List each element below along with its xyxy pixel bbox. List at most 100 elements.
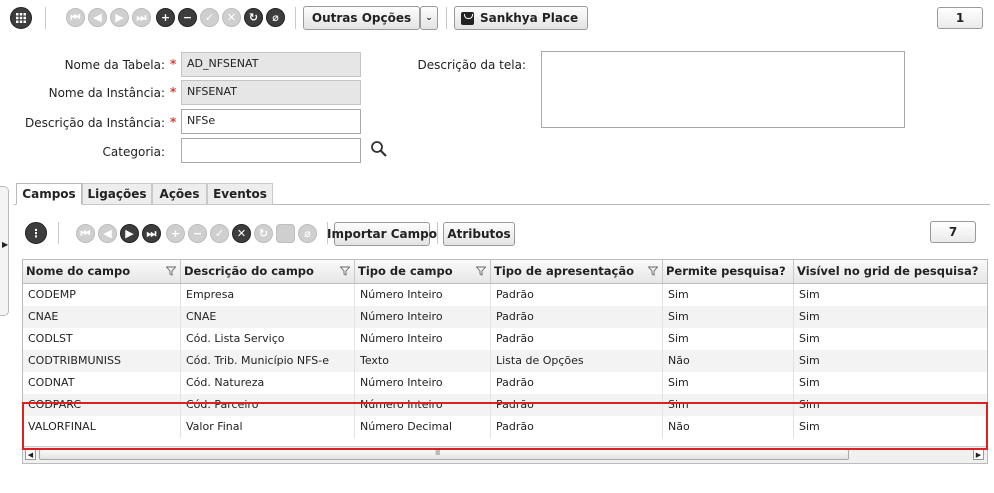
table-cell: Número Decimal bbox=[355, 416, 491, 438]
descricao-instancia-field[interactable]: NFSe bbox=[181, 109, 361, 134]
table-row[interactable]: VALORFINAL Valor Final Número Decimal Padrã… bbox=[23, 416, 987, 438]
refresh-icon[interactable]: ↻ bbox=[244, 8, 263, 27]
grid-record-counter-value: 7 bbox=[948, 225, 958, 239]
outras-opcoes-label: Outras Opções bbox=[311, 11, 412, 25]
importar-campo-button[interactable]: Importar Campo bbox=[327, 222, 437, 246]
grid-record-counter: 7 bbox=[930, 221, 976, 243]
table-cell: Número Inteiro bbox=[355, 394, 491, 416]
table-cell: Número Inteiro bbox=[355, 372, 491, 394]
grid-copy-icon[interactable] bbox=[276, 224, 295, 243]
filter-icon[interactable] bbox=[166, 266, 176, 276]
grid-add-icon[interactable]: + bbox=[166, 224, 185, 243]
outras-opcoes-dropdown[interactable]: ⌄ bbox=[420, 6, 438, 30]
nome-instancia-field[interactable]: NFSENAT bbox=[181, 80, 361, 105]
table-cell: Cód. Lista Serviço bbox=[181, 328, 355, 350]
table-cell: Número Inteiro bbox=[355, 284, 491, 306]
grid-confirm-icon[interactable]: ✓ bbox=[210, 224, 229, 243]
table-cell: Empresa bbox=[181, 284, 355, 306]
table-cell: CODLST bbox=[23, 328, 181, 350]
chevron-down-icon: ⌄ bbox=[425, 13, 433, 23]
cancel-icon[interactable]: ✕ bbox=[222, 8, 241, 27]
tab-campos[interactable]: Campos bbox=[16, 183, 82, 205]
grid-cancel-icon[interactable]: ✕ bbox=[232, 224, 251, 243]
next-record-icon[interactable]: ▶ bbox=[110, 8, 129, 27]
table-cell: CODNAT bbox=[23, 372, 181, 394]
column-header-tipo-apresentacao[interactable]: Tipo de apresentação bbox=[491, 260, 663, 283]
table-row[interactable]: CODNAT Cód. Natureza Número Inteiro Padrão S… bbox=[23, 372, 987, 394]
nome-tabela-field[interactable]: AD_NFSENAT bbox=[181, 52, 361, 77]
horizontal-scrollbar[interactable]: ◀ IIII ▶ bbox=[23, 446, 987, 463]
table-cell: Número Inteiro bbox=[355, 306, 491, 328]
table-cell: Padrão bbox=[491, 284, 663, 306]
previous-record-icon[interactable]: ◀ bbox=[88, 8, 107, 27]
table-cell: Padrão bbox=[491, 328, 663, 350]
importar-campo-label: Importar Campo bbox=[327, 227, 437, 241]
descricao-tela-field[interactable] bbox=[541, 51, 905, 128]
remove-icon[interactable]: − bbox=[178, 8, 197, 27]
table-row[interactable]: CODTRIBMUNISS Cód. Trib. Município NFS-e T… bbox=[23, 350, 987, 372]
sankhya-place-button[interactable]: Sankhya Place bbox=[454, 6, 588, 30]
side-panel-handle[interactable] bbox=[0, 186, 9, 316]
atributos-label: Atributos bbox=[447, 227, 511, 241]
column-header-label: Permite pesquisa? bbox=[666, 264, 786, 278]
add-icon[interactable]: + bbox=[156, 8, 175, 27]
descricao-instancia-label: Descrição da Instância: bbox=[24, 116, 165, 130]
grid-previous-icon[interactable]: ◀ bbox=[98, 224, 117, 243]
scrollbar-thumb[interactable]: IIII bbox=[39, 449, 849, 460]
table-cell: CODEMP bbox=[23, 284, 181, 306]
table-cell: Sim bbox=[663, 328, 794, 350]
table-row[interactable]: CODLST Cód. Lista Serviço Número Inteiro Pa… bbox=[23, 328, 987, 350]
fields-grid: Nome do campo Descrição do campo Tipo de… bbox=[22, 259, 988, 464]
scroll-right-icon[interactable]: ▶ bbox=[973, 449, 984, 460]
grid-refresh-icon[interactable]: ↻ bbox=[254, 224, 273, 243]
grid-remove-icon[interactable]: − bbox=[188, 224, 207, 243]
grid-options-icon[interactable]: ⋮ bbox=[25, 222, 47, 244]
table-cell: CODPARC bbox=[23, 394, 181, 416]
grid-attachment-icon[interactable]: ⌀ bbox=[298, 224, 317, 243]
tab-acoes-label: Ações bbox=[159, 187, 200, 201]
table-cell: Sim bbox=[799, 332, 820, 345]
grid-next-icon[interactable]: ▶ bbox=[120, 224, 139, 243]
column-header-permite-pesquisa[interactable]: Permite pesquisa? bbox=[663, 260, 794, 283]
table-cell: CNAE bbox=[23, 306, 181, 328]
required-mark: * bbox=[170, 115, 177, 129]
tab-acoes[interactable]: Ações bbox=[152, 183, 207, 205]
table-cell: Padrão bbox=[491, 306, 663, 328]
table-cell: VALORFINAL bbox=[23, 416, 181, 438]
categoria-field[interactable] bbox=[181, 138, 361, 163]
column-header-visivel-grid[interactable]: Visível no grid de pesquisa? bbox=[794, 260, 987, 283]
table-cell: Não bbox=[663, 350, 794, 372]
column-header-descricao[interactable]: Descrição do campo bbox=[181, 260, 355, 283]
grid-menu-icon[interactable] bbox=[10, 7, 32, 29]
filter-icon[interactable] bbox=[476, 266, 486, 276]
filter-icon[interactable] bbox=[648, 266, 658, 276]
last-record-icon[interactable]: ⏭ bbox=[132, 8, 151, 27]
grid-first-icon[interactable]: ⏮ bbox=[76, 224, 95, 243]
table-cell: Sim bbox=[799, 354, 820, 367]
column-header-tipo-campo[interactable]: Tipo de campo bbox=[355, 260, 491, 283]
table-row[interactable]: CNAE CNAE Número Inteiro Padrão Sim Sim bbox=[23, 306, 987, 328]
first-record-icon[interactable]: ⏮ bbox=[66, 8, 85, 27]
table-cell: Sim bbox=[799, 398, 820, 411]
table-row[interactable]: CODEMP Empresa Número Inteiro Padrão Sim Sim bbox=[23, 284, 987, 306]
record-counter-value: 1 bbox=[955, 11, 965, 25]
atributos-button[interactable]: Atributos bbox=[443, 222, 515, 246]
required-mark: * bbox=[170, 85, 177, 99]
tab-campos-label: Campos bbox=[22, 187, 76, 201]
table-cell: Cód. Parceiro bbox=[181, 394, 355, 416]
attachment-icon[interactable]: ⌀ bbox=[266, 8, 285, 27]
tab-ligacoes[interactable]: Ligações bbox=[82, 183, 152, 205]
scroll-left-icon[interactable]: ◀ bbox=[25, 449, 36, 460]
tab-eventos-label: Eventos bbox=[213, 187, 267, 201]
search-icon[interactable] bbox=[370, 140, 388, 158]
confirm-icon[interactable]: ✓ bbox=[200, 8, 219, 27]
tab-eventos[interactable]: Eventos bbox=[207, 183, 273, 205]
filter-icon[interactable] bbox=[340, 266, 350, 276]
column-header-nome[interactable]: Nome do campo bbox=[23, 260, 181, 283]
table-row[interactable]: CODPARC Cód. Parceiro Número Inteiro Padrão… bbox=[23, 394, 987, 416]
expand-arrow-icon[interactable]: ▶ bbox=[2, 240, 8, 249]
outras-opcoes-button[interactable]: Outras Opções bbox=[303, 6, 420, 30]
table-cell: Sim bbox=[663, 394, 794, 416]
table-cell: Não bbox=[663, 416, 794, 438]
grid-last-icon[interactable]: ⏭ bbox=[142, 224, 161, 243]
